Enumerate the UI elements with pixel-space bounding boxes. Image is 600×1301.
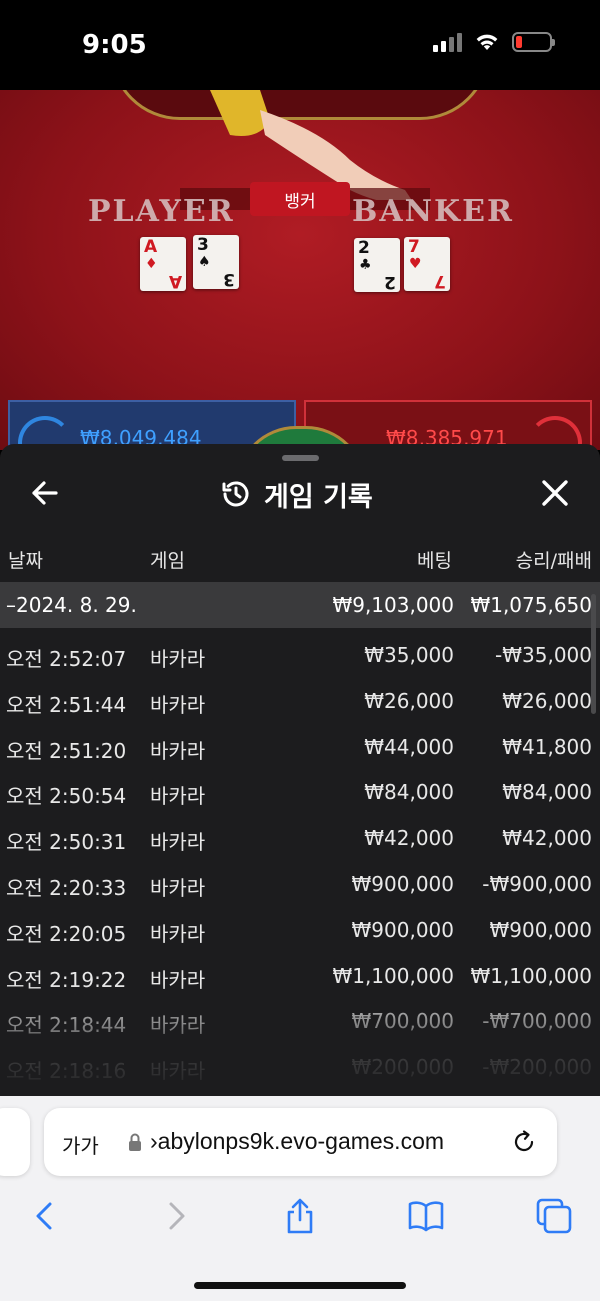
table-row[interactable]: 오전 2:52:07 바카라 ₩35,000 -₩35,000 bbox=[0, 632, 600, 678]
row-game: 바카라 bbox=[150, 692, 206, 717]
tabs-icon[interactable] bbox=[534, 1196, 574, 1236]
row-game: 바카라 bbox=[150, 738, 206, 763]
row-bet: ₩1,100,000 bbox=[332, 963, 454, 988]
date-group-bet-total: ₩9,103,000 bbox=[332, 593, 454, 617]
date-group-row[interactable]: –2024. 8. 29. ₩9,103,000 ₩1,075,650 bbox=[0, 582, 600, 628]
header-game: 게임 bbox=[150, 550, 185, 572]
table-row[interactable]: 오전 2:18:16 바카라 ₩200,000 -₩200,000 bbox=[0, 1044, 600, 1090]
table-row[interactable]: 오전 2:18:44 바카라 ₩700,000 -₩700,000 bbox=[0, 998, 600, 1044]
row-bet: ₩700,000 bbox=[351, 1009, 454, 1034]
close-icon bbox=[542, 480, 568, 506]
row-game: 바카라 bbox=[150, 967, 206, 992]
table-header: 날짜 게임 베팅 승리/패배 bbox=[0, 542, 600, 576]
banker-label: BANKER bbox=[352, 194, 514, 229]
player-card-2: 3 ♠ 3 bbox=[193, 235, 239, 289]
arrow-left-icon bbox=[32, 481, 58, 505]
date-group-result-total: ₩1,075,650 bbox=[470, 593, 592, 617]
table-row[interactable]: 오전 2:50:54 바카라 ₩84,000 ₩84,000 bbox=[0, 769, 600, 815]
share-icon[interactable] bbox=[280, 1196, 320, 1236]
row-game: 바카라 bbox=[150, 830, 206, 855]
row-result: ₩1,100,000 bbox=[470, 963, 592, 988]
chevron-right-icon[interactable] bbox=[156, 1196, 196, 1236]
row-game: 바카라 bbox=[150, 875, 206, 900]
url-text: ›abylonps9k.evo-games.com bbox=[150, 1128, 445, 1154]
row-bet: ₩200,000 bbox=[351, 1055, 454, 1080]
row-game: 바카라 bbox=[150, 647, 206, 671]
winner-banner: 뱅커 bbox=[250, 182, 350, 216]
cellular-signal-icon bbox=[433, 32, 462, 52]
player-label: PLAYER bbox=[88, 194, 235, 229]
sheet-title-text: 게임 기록 bbox=[264, 481, 373, 513]
history-clock-icon bbox=[222, 481, 249, 507]
back-button[interactable] bbox=[26, 474, 64, 512]
chevron-left-icon[interactable] bbox=[26, 1196, 66, 1236]
header-date: 날짜 bbox=[8, 550, 43, 572]
row-time: 오전 2:51:44 bbox=[6, 692, 127, 717]
row-time: 오전 2:52:07 bbox=[6, 647, 127, 671]
row-bet: ₩42,000 bbox=[364, 826, 454, 851]
row-result: -₩900,000 bbox=[482, 871, 592, 896]
table-row[interactable]: 오전 2:50:31 바카라 ₩42,000 ₩42,000 bbox=[0, 815, 600, 861]
battery-icon bbox=[512, 32, 555, 52]
game-video: 뱅커 PLAYER BANKER A ♦ A 3 ♠ 3 2 ♣ 2 7 ♥ 7… bbox=[0, 90, 600, 450]
row-time: 오전 2:19:22 bbox=[6, 967, 127, 992]
row-time: 오전 2:50:31 bbox=[6, 830, 127, 855]
list-scrollbar[interactable] bbox=[591, 594, 596, 714]
row-time: 오전 2:51:20 bbox=[6, 738, 127, 763]
game-history-sheet: 게임 기록 날짜 게임 베팅 승리/패배 –2024. 8. 29. ₩9,10… bbox=[0, 444, 600, 1104]
sheet-grabber[interactable] bbox=[282, 455, 319, 461]
row-game: 바카라 bbox=[150, 1013, 206, 1038]
wifi-icon bbox=[476, 34, 498, 50]
date-group-date: –2024. 8. 29. bbox=[6, 593, 137, 617]
row-game: 바카라 bbox=[150, 921, 206, 946]
close-button[interactable] bbox=[536, 474, 574, 512]
row-result: ₩900,000 bbox=[489, 917, 592, 942]
row-time: 오전 2:18:16 bbox=[6, 1059, 127, 1084]
row-result: ₩42,000 bbox=[502, 826, 592, 851]
row-bet: ₩44,000 bbox=[364, 734, 454, 759]
browser-toolbar bbox=[0, 1196, 600, 1240]
table-row[interactable]: 오전 2:20:05 바카라 ₩900,000 ₩900,000 bbox=[0, 907, 600, 953]
row-result: -₩200,000 bbox=[482, 1055, 592, 1080]
banker-card-2: 7 ♥ 7 bbox=[404, 237, 450, 291]
row-time: 오전 2:20:05 bbox=[6, 921, 127, 946]
row-bet: ₩84,000 bbox=[364, 780, 454, 805]
table-row[interactable]: 오전 2:19:22 바카라 ₩1,100,000 ₩1,100,000 bbox=[0, 953, 600, 999]
header-bet: 베팅 bbox=[417, 550, 452, 572]
status-icons bbox=[433, 32, 555, 52]
book-icon[interactable] bbox=[406, 1196, 446, 1236]
home-indicator[interactable] bbox=[194, 1282, 406, 1289]
row-bet: ₩900,000 bbox=[351, 871, 454, 896]
reload-icon[interactable] bbox=[510, 1128, 538, 1156]
row-time: 오전 2:18:44 bbox=[6, 1013, 127, 1038]
header-result: 승리/패배 bbox=[515, 550, 592, 572]
history-list: 오전 2:52:07 바카라 ₩35,000 -₩35,000 오전 2:51:44 바… bbox=[0, 632, 600, 1090]
row-result: ₩84,000 bbox=[502, 780, 592, 805]
row-time: 오전 2:50:54 bbox=[6, 784, 127, 809]
status-time: 9:05 bbox=[82, 30, 147, 60]
row-result: -₩35,000 bbox=[495, 643, 592, 667]
row-game: 바카라 bbox=[150, 784, 206, 809]
browser-bottom-bar: 가가 ›abylonps9k.evo-games.com bbox=[0, 1096, 600, 1301]
row-bet: ₩900,000 bbox=[351, 917, 454, 942]
player-card-1: A ♦ A bbox=[140, 237, 186, 291]
row-result: -₩700,000 bbox=[482, 1009, 592, 1034]
table-row[interactable]: 오전 2:51:20 바카라 ₩44,000 ₩41,800 bbox=[0, 724, 600, 770]
text-size-button[interactable]: 가가 bbox=[62, 1130, 99, 1159]
banker-card-1: 2 ♣ 2 bbox=[354, 238, 400, 292]
row-result: ₩26,000 bbox=[502, 688, 592, 713]
table-row[interactable]: 오전 2:20:33 바카라 ₩900,000 -₩900,000 bbox=[0, 861, 600, 907]
row-result: ₩41,800 bbox=[502, 734, 592, 759]
row-time: 오전 2:20:33 bbox=[6, 875, 127, 900]
lock-icon bbox=[129, 1133, 141, 1151]
row-game: 바카라 bbox=[150, 1059, 206, 1084]
address-bar[interactable]: 가가 ›abylonps9k.evo-games.com bbox=[44, 1108, 557, 1176]
table-row[interactable]: 오전 2:51:44 바카라 ₩26,000 ₩26,000 bbox=[0, 678, 600, 724]
row-bet: ₩35,000 bbox=[364, 643, 454, 667]
status-bar: 9:05 bbox=[0, 0, 600, 90]
sheet-title: 게임 기록 bbox=[220, 476, 373, 513]
row-bet: ₩26,000 bbox=[364, 688, 454, 713]
previous-tab-preview[interactable] bbox=[0, 1108, 30, 1176]
